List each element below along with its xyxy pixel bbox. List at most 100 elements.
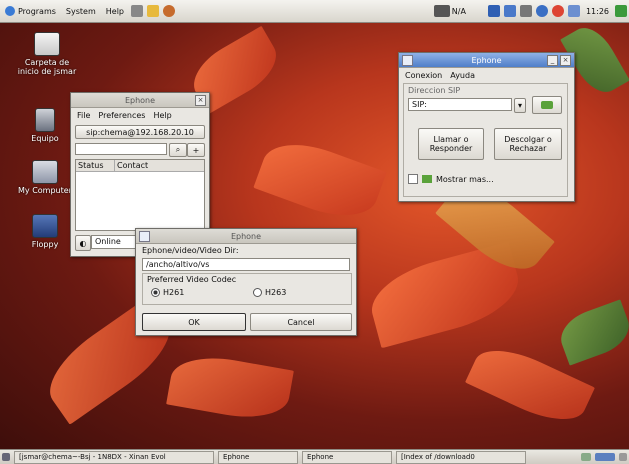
contact-search-input[interactable] bbox=[75, 143, 167, 155]
menubar: Conexion Ayuda bbox=[399, 68, 574, 83]
workspace-switcher[interactable] bbox=[595, 453, 615, 461]
codec-group-label: Preferred Video Codec bbox=[147, 275, 237, 284]
desktop-icon-home[interactable]: Carpeta de inicio de jsmar bbox=[16, 32, 78, 76]
app-icon bbox=[402, 55, 413, 66]
programs-menu-label: Programs bbox=[18, 6, 56, 16]
menu-ayuda[interactable]: Ayuda bbox=[450, 71, 475, 80]
network-status: N/A bbox=[451, 6, 466, 16]
volume-icon[interactable] bbox=[131, 5, 144, 17]
programs-menu[interactable]: Programs bbox=[0, 6, 61, 16]
contact-list-header: Status Contact bbox=[76, 160, 204, 172]
taskbar-item-label: [jsmar@chema~-Bsj - 1N8DX - Xinan Evol bbox=[19, 453, 166, 461]
phone-icon bbox=[422, 175, 432, 183]
sip-group-label: Direccion SIP bbox=[408, 86, 461, 95]
codec-option-h263[interactable]: H263 bbox=[253, 288, 286, 297]
taskbar-item-label: [Index of /download0 bbox=[401, 453, 475, 461]
taskbar-item[interactable]: Ephone bbox=[302, 450, 392, 464]
window-titlebar[interactable]: Ephone _ × bbox=[399, 53, 574, 68]
codec-option-label: H263 bbox=[265, 288, 287, 297]
taskbar-item[interactable]: [Index of /download0 bbox=[396, 450, 526, 464]
launcher-icon[interactable] bbox=[147, 5, 160, 17]
ephone-tray-icon[interactable] bbox=[567, 5, 580, 17]
taskbar-item[interactable]: [jsmar@chema~-Bsj - 1N8DX - Xinan Evol bbox=[14, 450, 214, 464]
network-icon bbox=[433, 5, 450, 17]
sip-account-button[interactable]: sip:chema@192.168.20.10 bbox=[75, 125, 205, 139]
menu-help[interactable]: Help bbox=[153, 111, 171, 120]
call-button[interactable]: Llamar o Responder bbox=[418, 128, 484, 160]
notify-icon[interactable] bbox=[615, 5, 627, 17]
menu-preferences[interactable]: Preferences bbox=[98, 111, 145, 120]
menubar: File Preferences Help bbox=[71, 108, 209, 123]
help-menu-label: Help bbox=[105, 6, 125, 16]
window-title: Ephone bbox=[124, 95, 156, 105]
show-desktop-icon[interactable] bbox=[2, 453, 10, 461]
radio-selected-icon[interactable] bbox=[151, 288, 160, 297]
column-contact[interactable]: Contact bbox=[115, 160, 204, 171]
workspace-switcher-icon[interactable] bbox=[581, 453, 591, 461]
sip-address-input[interactable]: SIP: bbox=[408, 98, 512, 111]
window-titlebar[interactable]: Ephone × bbox=[71, 93, 209, 108]
taskbar: [jsmar@chema~-Bsj - 1N8DX - Xinan Evol E… bbox=[0, 449, 629, 464]
browser-icon[interactable] bbox=[163, 5, 176, 17]
sip-group: Direccion SIP SIP: ▾ Llamar o Responder … bbox=[403, 83, 568, 197]
desktop-icon-label: Carpeta de inicio de jsmar bbox=[17, 58, 77, 76]
window-titlebar[interactable]: Ephone bbox=[136, 229, 356, 244]
close-icon[interactable]: × bbox=[195, 95, 206, 106]
add-icon: + bbox=[192, 145, 200, 155]
wallpaper-leaf bbox=[253, 131, 387, 229]
power-icon[interactable] bbox=[551, 5, 564, 17]
expander-checkbox[interactable] bbox=[408, 174, 418, 184]
window-title: Ephone bbox=[471, 55, 502, 65]
minimize-icon[interactable]: _ bbox=[547, 55, 558, 66]
contacts-icon bbox=[541, 101, 553, 109]
cancel-button[interactable]: Cancel bbox=[250, 313, 352, 331]
ok-button[interactable]: OK bbox=[142, 313, 246, 331]
status-toggle-button[interactable]: ◐ bbox=[75, 235, 91, 251]
taskbar-item[interactable]: Ephone bbox=[218, 450, 298, 464]
desktop-icon-computer[interactable]: Equipo bbox=[14, 108, 76, 143]
desktop-icon-mycomputer[interactable]: My Computer bbox=[14, 160, 76, 195]
sip-dropdown-button[interactable]: ▾ bbox=[514, 98, 526, 113]
app-icon bbox=[139, 231, 150, 242]
video-preferences-dialog: Ephone Ephone/video/Video Dir: /ancho/al… bbox=[135, 228, 357, 336]
status-value: Online bbox=[95, 237, 121, 246]
column-status[interactable]: Status bbox=[76, 160, 115, 171]
desktop-icon-label: My Computer bbox=[18, 186, 72, 195]
ephone-call-window: Ephone _ × Conexion Ayuda Direccion SIP S… bbox=[398, 52, 575, 202]
search-button[interactable]: ⌕ bbox=[169, 143, 187, 157]
codec-option-h261[interactable]: H261 bbox=[151, 288, 184, 297]
contact-book-button[interactable] bbox=[532, 96, 562, 114]
close-icon[interactable]: × bbox=[560, 55, 571, 66]
keyboard-icon[interactable] bbox=[519, 5, 532, 17]
clock[interactable]: 11:26 bbox=[582, 7, 613, 16]
server-icon bbox=[35, 108, 55, 132]
add-contact-button[interactable]: + bbox=[187, 143, 205, 157]
desktop-icon-floppy[interactable]: Floppy bbox=[14, 214, 76, 249]
contact-list[interactable]: Status Contact bbox=[75, 159, 205, 231]
top-panel: Programs System Help N/A 11:26 bbox=[0, 0, 629, 23]
system-menu[interactable]: System bbox=[61, 7, 101, 16]
help-menu[interactable]: Help bbox=[101, 7, 129, 16]
radio-icon[interactable] bbox=[253, 288, 262, 297]
menu-conexion[interactable]: Conexion bbox=[405, 71, 442, 80]
wallpaper-leaf bbox=[166, 349, 294, 426]
taskbar-item-label: Ephone bbox=[307, 453, 334, 461]
show-more-label: Mostrar mas... bbox=[436, 174, 494, 184]
help-icon[interactable] bbox=[535, 5, 548, 17]
wallpaper-leaf bbox=[554, 299, 629, 366]
chevron-down-icon: ▾ bbox=[517, 101, 522, 110]
codec-group: Preferred Video Codec H261 H263 bbox=[142, 273, 352, 305]
desktop-icon-label: Equipo bbox=[31, 134, 59, 143]
trash-icon[interactable] bbox=[619, 453, 627, 461]
updates-icon[interactable] bbox=[503, 5, 516, 17]
status-icon: ◐ bbox=[79, 238, 87, 248]
menu-file[interactable]: File bbox=[77, 111, 90, 120]
monitor-icon bbox=[32, 160, 58, 184]
reject-button[interactable]: Descolgar o Rechazar bbox=[494, 128, 562, 160]
video-device-label: Ephone/video/Video Dir: bbox=[142, 246, 239, 255]
show-more-toggle[interactable]: Mostrar mas... bbox=[408, 174, 494, 184]
video-device-input[interactable]: /ancho/altivo/vs bbox=[142, 258, 350, 271]
codec-option-label: H261 bbox=[163, 288, 185, 297]
window-title: Ephone bbox=[230, 231, 262, 241]
display-icon[interactable] bbox=[487, 5, 500, 17]
